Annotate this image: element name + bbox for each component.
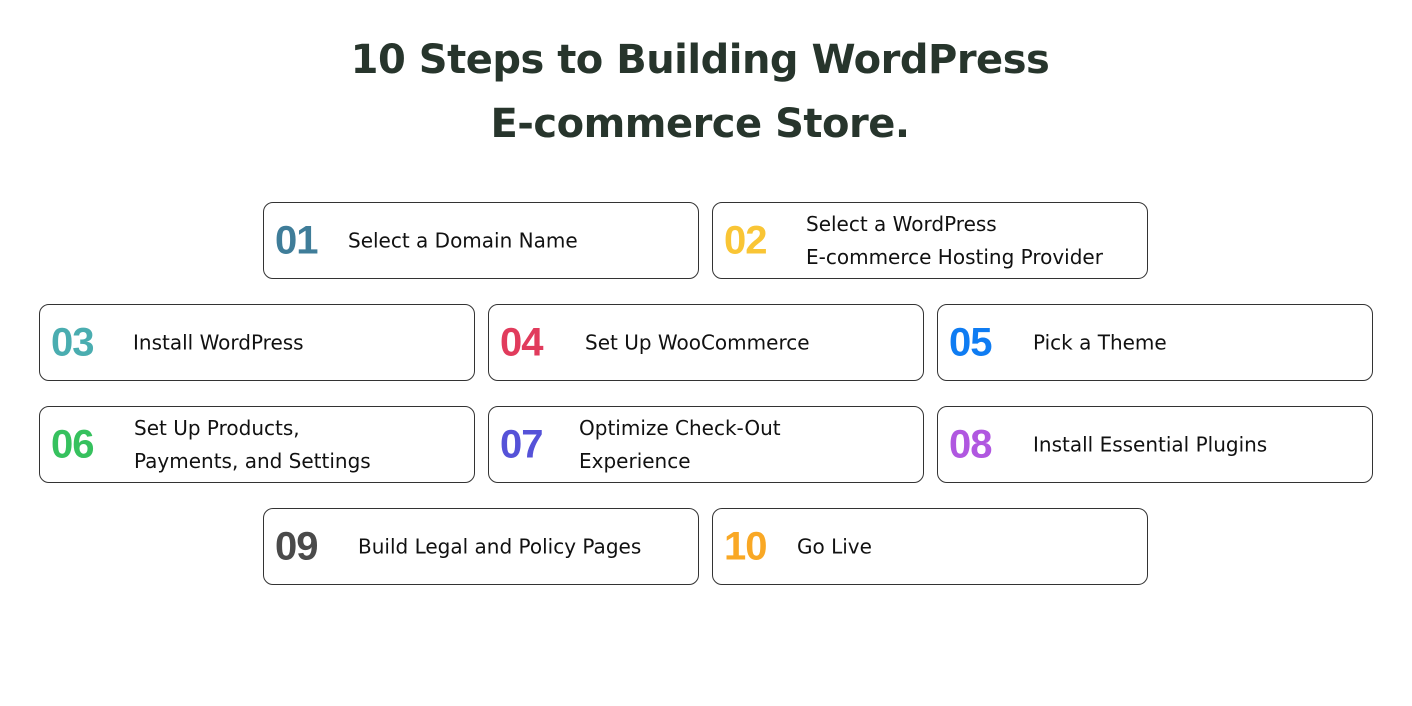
step-number: 10: [724, 524, 767, 568]
title-line-2: E-commerce Store.: [490, 101, 910, 147]
step-card-02: 02 Select a WordPress E-commerce Hosting…: [712, 202, 1148, 279]
step-label: Select a WordPress E-commerce Hosting Pr…: [806, 208, 1103, 274]
step-number: 03: [51, 320, 94, 364]
step-number: 01: [275, 218, 318, 262]
step-card-07: 07 Optimize Check-Out Experience: [488, 406, 924, 483]
step-card-04: 04 Set Up WooCommerce: [488, 304, 924, 381]
step-label: Select a Domain Name: [348, 224, 578, 257]
step-label-line: Pick a Theme: [1033, 330, 1167, 354]
step-card-09: 09 Build Legal and Policy Pages: [263, 508, 699, 585]
step-label: Set Up WooCommerce: [585, 326, 810, 359]
step-label: Pick a Theme: [1033, 326, 1167, 359]
step-card-05: 05 Pick a Theme: [937, 304, 1373, 381]
title-line-1: 10 Steps to Building WordPress: [350, 37, 1050, 83]
step-card-10: 10 Go Live: [712, 508, 1148, 585]
step-label-line: Go Live: [797, 534, 872, 558]
step-label: Go Live: [797, 530, 872, 563]
step-label-line: Set Up WooCommerce: [585, 330, 810, 354]
step-label-line: Select a Domain Name: [348, 228, 578, 252]
step-label-line: Build Legal and Policy Pages: [358, 534, 642, 558]
step-number: 06: [51, 422, 94, 466]
step-card-01: 01 Select a Domain Name: [263, 202, 699, 279]
step-number: 05: [949, 320, 992, 364]
step-label-line: Select a WordPress: [806, 211, 997, 236]
step-label-line: E-commerce Hosting Provider: [806, 244, 1103, 269]
step-card-08: 08 Install Essential Plugins: [937, 406, 1373, 483]
step-label-line: Optimize Check-Out: [579, 415, 781, 440]
step-label-line: Payments, and Settings: [134, 448, 371, 473]
step-label-line: Install WordPress: [133, 330, 304, 354]
step-number: 02: [724, 218, 767, 262]
step-label: Install WordPress: [133, 326, 304, 359]
step-card-06: 06 Set Up Products, Payments, and Settin…: [39, 406, 475, 483]
step-label-line: Set Up Products,: [134, 415, 300, 440]
page-title: 10 Steps to Building WordPress E-commerc…: [0, 28, 1400, 156]
step-label-line: Experience: [579, 448, 691, 473]
step-card-03: 03 Install WordPress: [39, 304, 475, 381]
step-number: 07: [500, 422, 543, 466]
step-label: Install Essential Plugins: [1033, 428, 1267, 461]
step-number: 09: [275, 524, 318, 568]
step-label: Optimize Check-Out Experience: [579, 412, 781, 478]
step-number: 04: [500, 320, 543, 364]
step-label: Build Legal and Policy Pages: [358, 530, 641, 563]
step-number: 08: [949, 422, 992, 466]
step-label-line: Install Essential Plugins: [1033, 432, 1268, 456]
step-label: Set Up Products, Payments, and Settings: [134, 412, 371, 478]
